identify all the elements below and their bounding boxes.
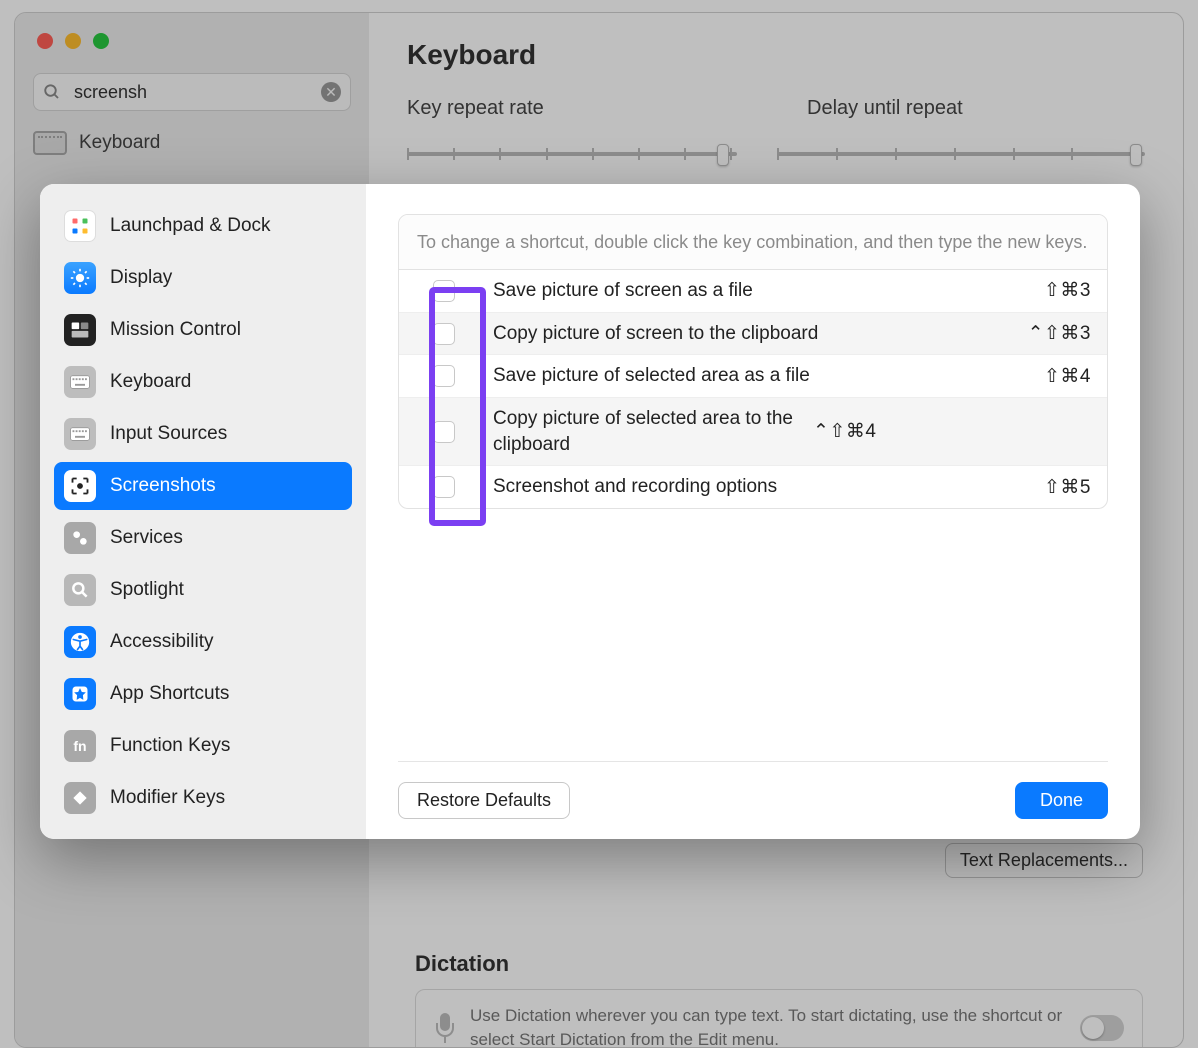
close-icon[interactable] <box>37 33 53 49</box>
category-label: App Shortcuts <box>110 683 229 705</box>
slider-delay[interactable] <box>777 152 1145 156</box>
keyboard-icon <box>33 131 67 155</box>
shortcut-checkbox[interactable] <box>433 365 455 387</box>
instructions-text: To change a shortcut, double click the k… <box>399 215 1107 270</box>
text-replacements-button[interactable]: Text Replacements... <box>945 843 1143 878</box>
zoom-icon[interactable] <box>93 33 109 49</box>
category-item-accessibility[interactable]: Accessibility <box>54 618 352 666</box>
category-item-modifier[interactable]: Modifier Keys <box>54 774 352 822</box>
launchpad-icon <box>64 210 96 242</box>
screenshots-icon <box>64 470 96 502</box>
sidebar-item-keyboard[interactable]: Keyboard <box>15 125 369 161</box>
category-item-launchpad[interactable]: Launchpad & Dock <box>54 202 352 250</box>
category-label: Display <box>110 267 172 289</box>
dictation-description: Use Dictation wherever you can type text… <box>470 1004 1066 1048</box>
shortcut-checkbox[interactable] <box>433 280 455 302</box>
minimize-icon[interactable] <box>65 33 81 49</box>
fn-icon: fn <box>64 730 96 762</box>
input-icon <box>64 418 96 450</box>
keyboard-icon <box>64 366 96 398</box>
category-item-screenshots[interactable]: Screenshots <box>54 462 352 510</box>
window-controls <box>15 29 369 73</box>
modifier-icon <box>64 782 96 814</box>
label-key-repeat: Key repeat rate <box>407 97 747 120</box>
spotlight-icon <box>64 574 96 606</box>
shortcut-row: Save picture of screen as a file⇧⌘3 <box>399 270 1107 313</box>
category-label: Screenshots <box>110 475 216 497</box>
shortcut-row: Save picture of selected area as a file⇧… <box>399 355 1107 398</box>
category-label: Services <box>110 527 183 549</box>
shortcut-keys[interactable]: ⌃⇧⌘3 <box>1028 322 1091 345</box>
shortcut-keys[interactable]: ⇧⌘3 <box>1044 279 1091 302</box>
category-item-keyboard[interactable]: Keyboard <box>54 358 352 406</box>
shortcut-label: Copy picture of selected area to the cli… <box>473 404 813 459</box>
slider-key-repeat[interactable] <box>407 152 737 156</box>
category-item-appshortcuts[interactable]: App Shortcuts <box>54 670 352 718</box>
category-item-spotlight[interactable]: Spotlight <box>54 566 352 614</box>
accessibility-icon <box>64 626 96 658</box>
shortcut-checkbox[interactable] <box>433 421 455 443</box>
checkbox-cell <box>415 361 473 391</box>
category-item-display[interactable]: Display <box>54 254 352 302</box>
services-icon <box>64 522 96 554</box>
appshortcuts-icon <box>64 678 96 710</box>
category-label: Mission Control <box>110 319 241 341</box>
shortcut-label: Screenshot and recording options <box>473 472 1044 502</box>
shortcut-row: Copy picture of screen to the clipboard⌃… <box>399 313 1107 356</box>
category-label: Function Keys <box>110 735 230 757</box>
search-icon <box>43 83 61 101</box>
shortcut-label: Copy picture of screen to the clipboard <box>473 319 1028 349</box>
dictation-panel: Use Dictation wherever you can type text… <box>415 989 1143 1048</box>
display-icon <box>64 262 96 294</box>
shortcut-row: Screenshot and recording options⇧⌘5 <box>399 466 1107 508</box>
microphone-icon <box>434 1013 456 1043</box>
search-input[interactable] <box>33 73 351 111</box>
text-replacements-row: Text Replacements... <box>415 843 1143 878</box>
category-label: Modifier Keys <box>110 787 225 809</box>
page-title: Keyboard <box>407 39 1145 71</box>
keyboard-shortcuts-sheet: Launchpad & Dock Display Mission Control Ke… <box>40 184 1140 839</box>
search-field-wrap: ✕ <box>33 73 351 111</box>
categories-sidebar: Launchpad & Dock Display Mission Control Ke… <box>40 184 366 839</box>
shortcut-keys[interactable]: ⇧⌘4 <box>1044 365 1091 388</box>
restore-defaults-button[interactable]: Restore Defaults <box>398 782 570 819</box>
category-label: Launchpad & Dock <box>110 215 271 237</box>
sidebar-item-label: Keyboard <box>79 132 160 154</box>
shortcut-label: Save picture of screen as a file <box>473 276 1044 306</box>
sheet-footer: Restore Defaults Done <box>398 761 1108 819</box>
checkbox-cell <box>415 319 473 349</box>
label-delay-repeat: Delay until repeat <box>807 97 963 120</box>
category-label: Input Sources <box>110 423 227 445</box>
checkbox-cell <box>415 404 473 459</box>
category-item-mission[interactable]: Mission Control <box>54 306 352 354</box>
mission-icon <box>64 314 96 346</box>
checkbox-cell <box>415 276 473 306</box>
dictation-heading: Dictation <box>415 951 509 977</box>
done-button[interactable]: Done <box>1015 782 1108 819</box>
sheet-main: To change a shortcut, double click the k… <box>366 184 1140 839</box>
clear-search-icon[interactable]: ✕ <box>321 82 341 102</box>
dictation-toggle[interactable] <box>1080 1015 1124 1041</box>
checkbox-cell <box>415 472 473 502</box>
category-label: Spotlight <box>110 579 184 601</box>
category-label: Accessibility <box>110 631 213 653</box>
shortcuts-panel: To change a shortcut, double click the k… <box>398 214 1108 509</box>
shortcut-row: Copy picture of selected area to the cli… <box>399 398 1107 466</box>
category-label: Keyboard <box>110 371 191 393</box>
shortcut-checkbox[interactable] <box>433 323 455 345</box>
shortcut-label: Save picture of selected area as a file <box>473 361 1044 391</box>
shortcut-keys[interactable]: ⌃⇧⌘4 <box>813 420 876 443</box>
category-item-fn[interactable]: fn Function Keys <box>54 722 352 770</box>
category-item-input[interactable]: Input Sources <box>54 410 352 458</box>
shortcut-checkbox[interactable] <box>433 476 455 498</box>
category-item-services[interactable]: Services <box>54 514 352 562</box>
shortcut-keys[interactable]: ⇧⌘5 <box>1044 476 1091 499</box>
